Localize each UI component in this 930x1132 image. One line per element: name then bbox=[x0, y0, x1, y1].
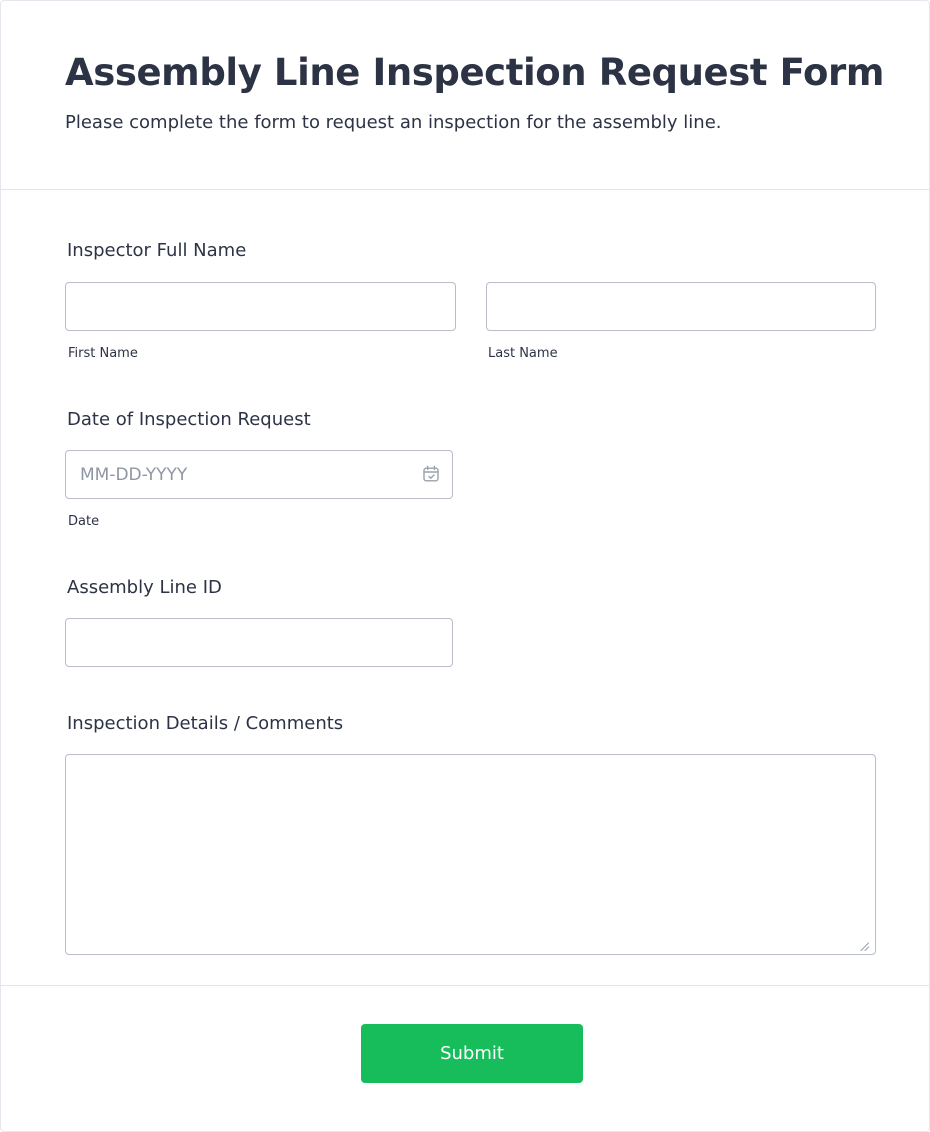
assembly-line-id-input[interactable] bbox=[65, 618, 453, 667]
form-title: Assembly Line Inspection Request Form bbox=[65, 51, 885, 94]
first-name-sublabel: First Name bbox=[68, 346, 138, 361]
date-label: Date of Inspection Request bbox=[67, 409, 311, 430]
first-name-input[interactable] bbox=[65, 282, 456, 331]
comments-textarea[interactable] bbox=[65, 754, 876, 955]
last-name-input[interactable] bbox=[486, 282, 876, 331]
footer-divider bbox=[1, 985, 929, 986]
last-name-sublabel: Last Name bbox=[488, 346, 558, 361]
form-header: Assembly Line Inspection Request Form Pl… bbox=[1, 1, 929, 190]
date-input[interactable] bbox=[65, 450, 453, 499]
form-card: Assembly Line Inspection Request Form Pl… bbox=[0, 0, 930, 1132]
date-field bbox=[65, 450, 453, 499]
form-subtitle: Please complete the form to request an i… bbox=[65, 112, 722, 133]
comments-label: Inspection Details / Comments bbox=[67, 713, 344, 734]
assembly-line-id-label: Assembly Line ID bbox=[67, 577, 222, 598]
inspector-name-label: Inspector Full Name bbox=[67, 240, 247, 261]
calendar-icon[interactable] bbox=[422, 465, 440, 483]
resize-handle-icon[interactable] bbox=[858, 937, 870, 952]
submit-button[interactable]: Submit bbox=[361, 1024, 583, 1083]
date-sublabel: Date bbox=[68, 514, 100, 529]
